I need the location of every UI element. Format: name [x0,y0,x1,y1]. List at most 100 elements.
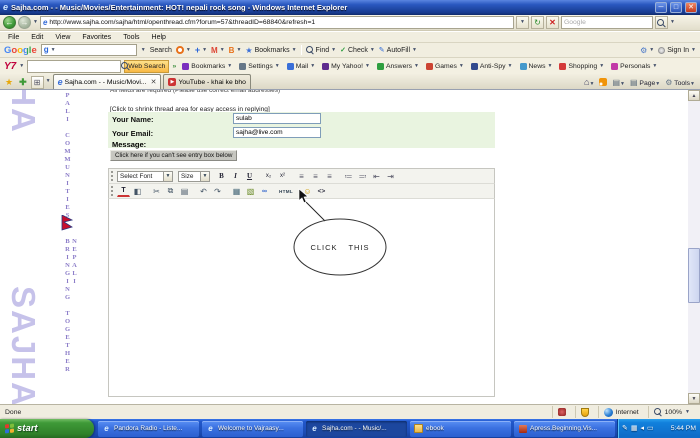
show-entry-box-button[interactable]: Click here if you can't see entry box be… [110,150,237,161]
blogger-icon[interactable]: B▼ [229,46,242,55]
google-find-button[interactable]: Find▼ [306,46,337,54]
menu-item[interactable]: View [49,34,76,41]
numbered-list-button[interactable]: ≕ [356,170,369,182]
search-options-dropdown[interactable]: ▼ [670,20,675,25]
size-select[interactable]: Size▼ [178,171,210,182]
outdent-button[interactable]: ⇤ [370,170,383,182]
tab-youtube[interactable]: ▶ YouTube - khai ke bho [163,74,251,89]
yahoo-item[interactable]: Anti-Spy▼ [471,63,513,70]
tab-sajha[interactable]: e Sajha.com - - Music/Movi... ✕ [53,74,162,89]
menu-item[interactable]: Favorites [76,34,117,41]
html-button[interactable]: HTML [277,185,295,197]
page-menu-button[interactable]: ▤ Page▼ [630,78,660,87]
search-go-button[interactable] [655,16,668,29]
yahoo-item[interactable]: Answers▼ [377,63,419,70]
task-pandora-radio[interactable]: Pandora Radio - Liste... [98,421,199,437]
history-dropdown[interactable]: ▼ [33,20,38,25]
google-autofill-button[interactable]: ✎AutoFill▼ [379,46,417,54]
tools-menu-button[interactable]: ⚙ Tools▼ [665,78,695,87]
url-input[interactable] [49,19,511,26]
insert-link-button[interactable]: ∞ [258,185,271,197]
insert-table-button[interactable]: ▦ [230,185,243,197]
yahoo-search-input[interactable] [30,63,119,70]
background-color-button[interactable]: ◧ [131,185,144,197]
google-search-dropdown[interactable]: ▼ [141,48,146,53]
quick-tabs-button[interactable]: ⊞ [31,76,44,89]
source-button[interactable]: <> [315,185,328,197]
indent-button[interactable]: ⇥ [384,170,397,182]
menu-item[interactable]: Help [146,34,172,41]
back-button[interactable]: ← [3,16,16,29]
google-search-button[interactable]: Search [150,47,172,54]
home-button[interactable]: ⌂▼ [584,77,594,87]
zoom-control[interactable]: 100%▼ [648,406,695,418]
subscript-button[interactable]: x₂ [262,170,275,182]
menu-item[interactable]: Tools [117,34,145,41]
underline-button[interactable]: U [243,170,256,182]
web-search-input[interactable] [564,19,653,26]
minimize-button[interactable]: ─ [655,2,667,13]
menu-item[interactable]: File [2,34,25,41]
bullet-list-button[interactable]: ≔ [342,170,355,182]
tab-close-icon[interactable]: ✕ [149,78,157,86]
stop-button[interactable]: ✕ [546,16,559,29]
yahoo-item[interactable]: Games▼ [426,63,464,70]
google-sign-in-button[interactable]: Sign In▼ [658,47,696,54]
vertical-scrollbar[interactable]: ▲ ▼ [688,90,700,404]
editor-text-area[interactable] [108,198,495,397]
scrollbar-thumb[interactable] [688,248,700,303]
google-search-input[interactable]: g ▼ [41,44,137,56]
maximize-button[interactable]: □ [670,2,682,13]
menu-item[interactable]: Edit [25,34,49,41]
yahoo-expand-chevron[interactable]: » [172,63,176,70]
tray-hide-icons-chevron[interactable]: ◂ [641,425,645,432]
rss-feed-icon[interactable] [599,78,607,86]
address-dropdown-button[interactable]: ▼ [516,16,529,29]
task-ebook-folder[interactable]: ebook [410,421,511,437]
gmail-icon[interactable]: M▼ [211,46,225,55]
yahoo-item[interactable]: Settings▼ [239,63,280,70]
superscript-button[interactable]: x² [276,170,289,182]
undo-button[interactable]: ↶ [197,185,210,197]
cut-button[interactable]: ✂ [150,185,163,197]
google-check-button[interactable]: ✓Check▼ [340,46,375,54]
start-button[interactable]: start [0,419,94,438]
italic-button[interactable]: I [229,170,242,182]
yahoo-item[interactable]: Bookmarks▼ [182,63,232,70]
emoticon-button[interactable]: ☺ [301,185,314,197]
scroll-up-button[interactable]: ▲ [688,90,700,101]
tab-list-dropdown[interactable]: ▼ [46,79,51,84]
google-plus-icon[interactable]: +▼ [195,45,207,55]
font-select[interactable]: Select Font▼ [117,171,173,182]
task-apress[interactable]: Apress.Beginning.Vis... [514,421,615,437]
copy-button[interactable]: ⧉ [164,185,177,197]
align-right-button[interactable]: ≡ [323,170,336,182]
yahoo-item[interactable]: Shopping▼ [559,63,604,70]
email-input[interactable] [233,127,321,138]
print-button[interactable]: ▤▼ [612,78,625,87]
insert-image-button[interactable]: ▧ [244,185,257,197]
tray-pen-icon[interactable]: ✎ [622,425,628,432]
text-color-button[interactable]: T [117,185,130,197]
yahoo-web-search-button[interactable]: Web Search [124,60,169,73]
forward-button[interactable]: → [18,16,31,29]
task-welcome-vajraasy[interactable]: Welcome to Vajraasy... [202,421,303,437]
align-left-button[interactable]: ≡ [295,170,308,182]
scroll-down-button[interactable]: ▼ [688,393,700,404]
yahoo-item[interactable]: News▼ [520,63,553,70]
google-settings-wrench-icon[interactable]: ⚙▼ [640,46,654,55]
align-center-button[interactable]: ≡ [309,170,322,182]
google-bookmarks-button[interactable]: ★Bookmarks▼ [245,46,296,55]
favorites-star-icon[interactable]: ★ [5,77,13,88]
task-sajha[interactable]: Sajha.com - - Music/... [306,421,407,437]
yahoo-logo-dropdown[interactable]: ▼ [19,64,24,69]
yahoo-item[interactable]: Mail▼ [287,63,315,70]
close-button[interactable]: ✕ [685,2,697,13]
tray-grid-icon[interactable]: ▦ [631,425,638,432]
bold-button[interactable]: B [215,170,228,182]
add-favorite-icon[interactable]: ✚ [19,77,27,88]
yahoo-item[interactable]: My Yahoo!▼ [322,63,370,70]
name-input[interactable] [233,113,321,124]
refresh-button[interactable]: ↻ [531,16,544,29]
tray-display-icon[interactable]: ▭ [647,425,654,432]
